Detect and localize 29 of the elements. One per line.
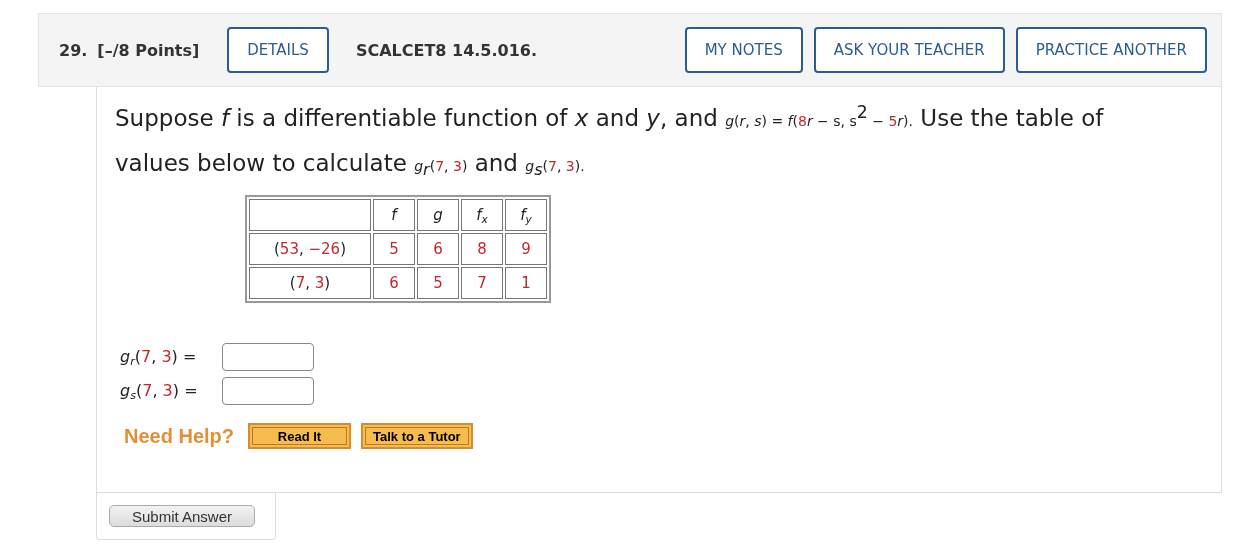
table-cell: 5 xyxy=(373,233,415,265)
column-header: f xyxy=(373,199,415,231)
action-button[interactable]: MY NOTES xyxy=(684,27,803,73)
question-number: 29. xyxy=(59,40,88,60)
action-button[interactable]: PRACTICE ANOTHER xyxy=(1015,27,1207,73)
help-button[interactable]: Talk to a Tutor xyxy=(361,423,473,449)
table-cell: 7 xyxy=(461,267,503,299)
column-header: f$_{x}$ xyxy=(461,199,503,231)
table-cell: 6 xyxy=(373,267,415,299)
answer-label: g$_{s}$(7, 3) = xyxy=(120,381,199,401)
table-cell: 9 xyxy=(505,233,547,265)
details-button[interactable]: DETAILS xyxy=(227,27,329,73)
points-label: [–/8 Points] xyxy=(97,40,200,60)
answer-field[interactable] xyxy=(222,343,314,371)
need-help-label: Need Help? xyxy=(124,424,235,448)
help-button[interactable]: Read It xyxy=(248,423,352,449)
action-button[interactable]: ASK YOUR TEACHER xyxy=(813,27,1005,73)
table-cell: 6 xyxy=(417,233,459,265)
problem-id: SCALCET8 14.5.016. xyxy=(355,40,538,60)
column-header: f$_{y}$ xyxy=(505,199,547,231)
table-cell: (53, −26) xyxy=(249,233,371,265)
table-cell: 8 xyxy=(461,233,503,265)
column-header: g xyxy=(417,199,459,231)
answer-field[interactable] xyxy=(222,377,314,405)
answer-label: g$_{r}$(7, 3) = xyxy=(120,347,198,367)
table-cell: (7, 3) xyxy=(249,267,371,299)
table-cell: 5 xyxy=(417,267,459,299)
submit-answer-button[interactable]: Submit Answer xyxy=(109,505,255,527)
table-cell: 1 xyxy=(505,267,547,299)
